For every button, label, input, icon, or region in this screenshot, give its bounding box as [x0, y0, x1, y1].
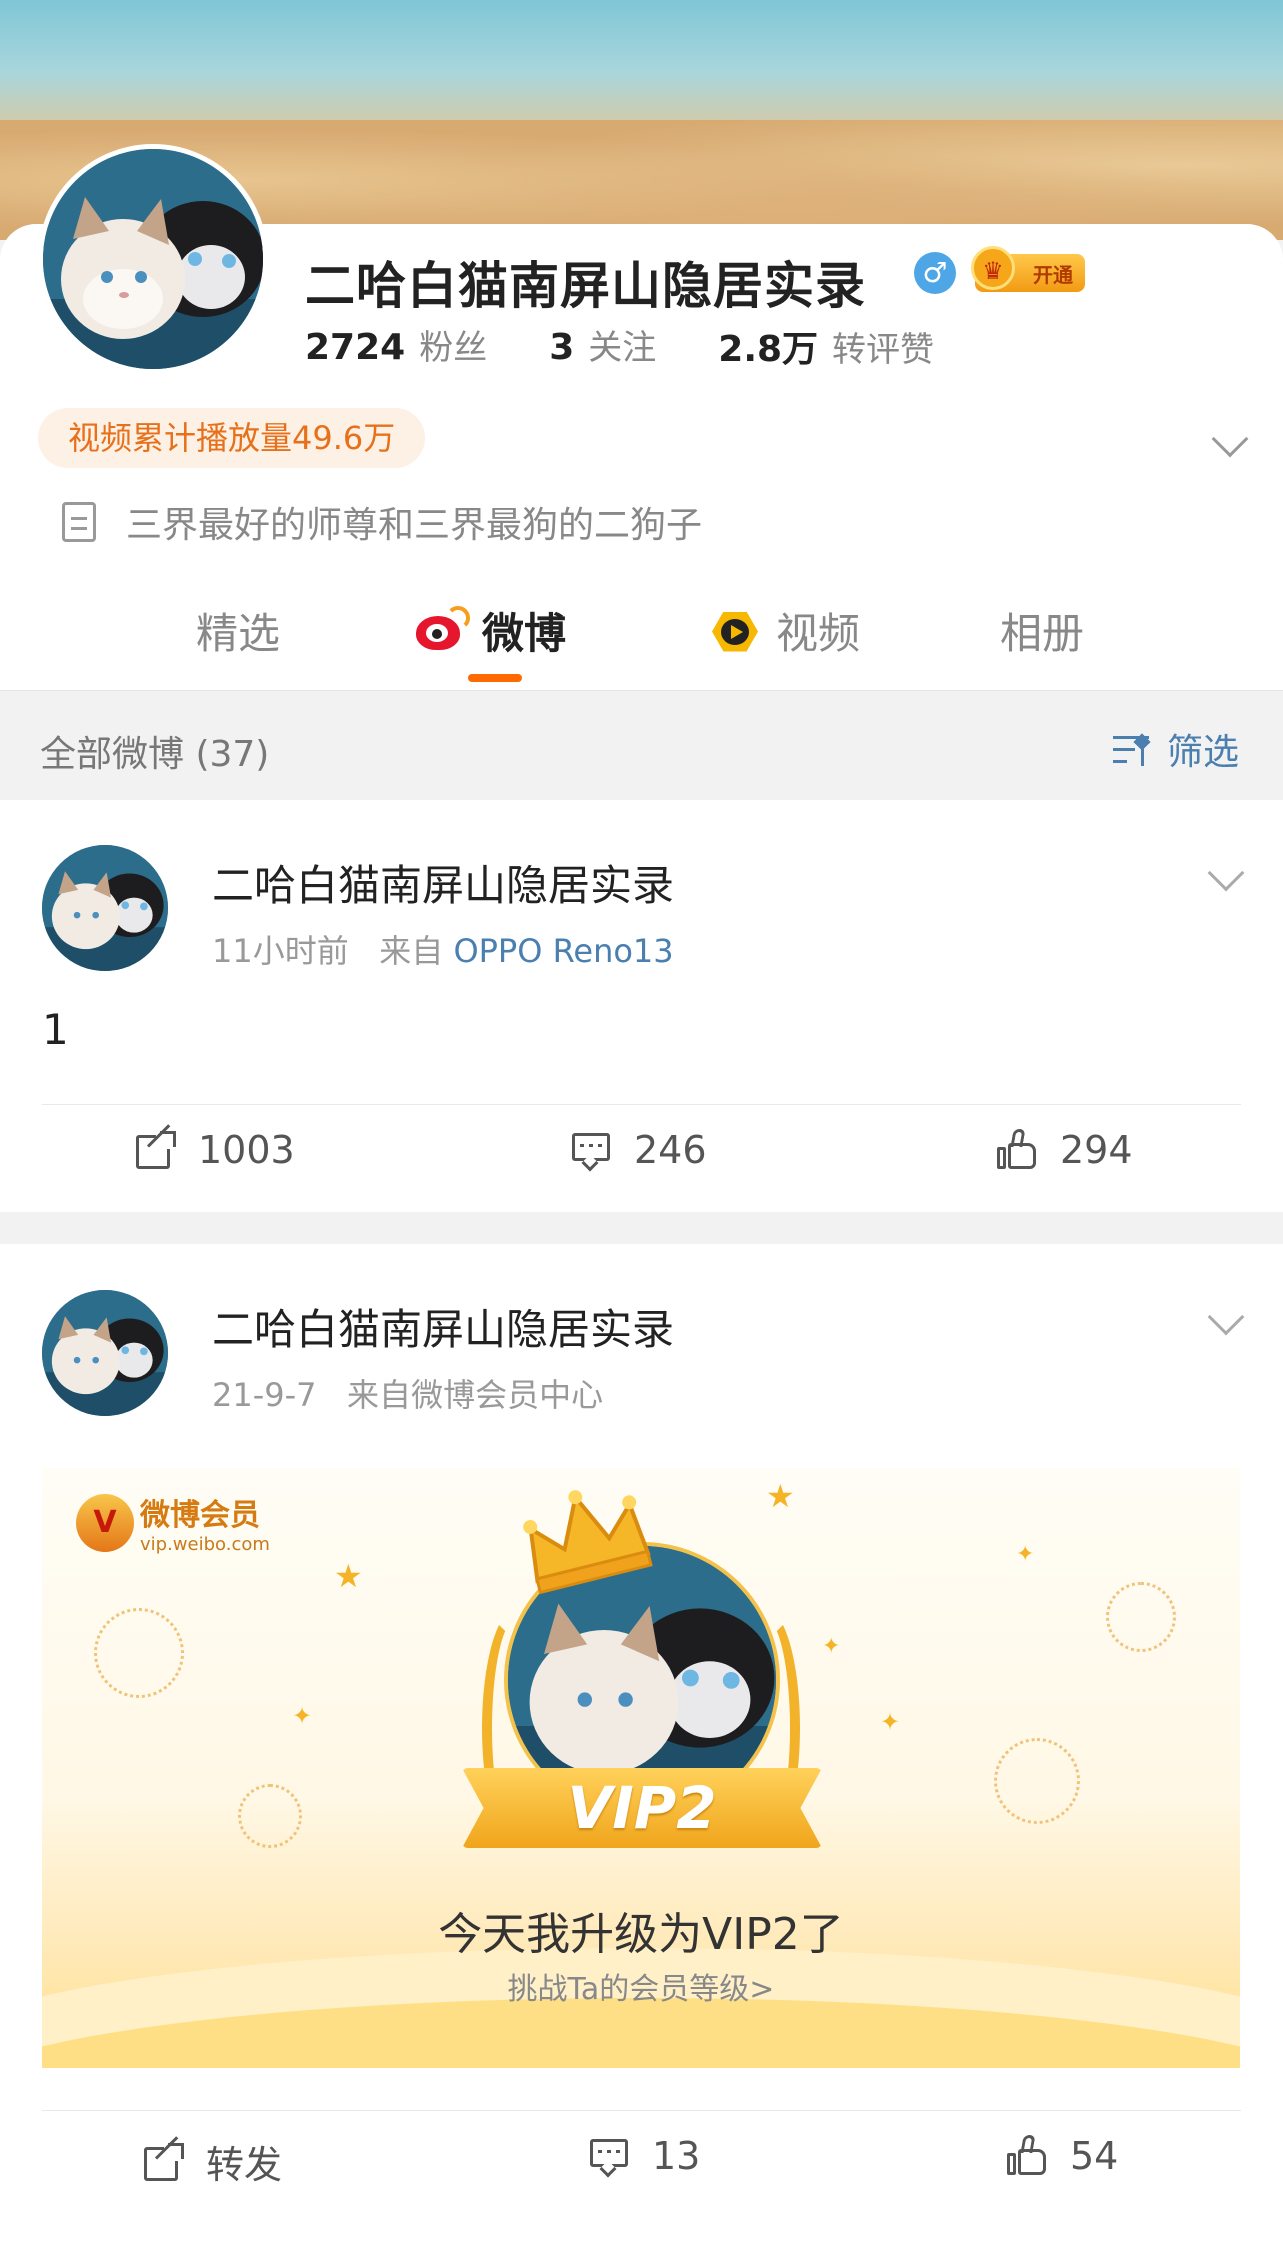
vip-open-label: 开通: [1033, 262, 1073, 287]
star-icon: ✦: [822, 1634, 841, 1659]
post-time: 21-9-7: [212, 1376, 317, 1414]
feed-post: 二哈白猫南屏山隐居实录 21-9-7 来自微博会员中心 V 微博会员 vip.w…: [0, 1244, 1283, 2246]
profile-stats: 2724 粉丝 3 关注 2.8万 转评赞: [305, 320, 996, 372]
post-source: 微博会员中心: [411, 1376, 604, 1414]
star-icon: ★: [766, 1477, 795, 1515]
bio-text: 三界最好的师尊和三界最狗的二狗子: [126, 505, 703, 546]
tab-featured[interactable]: 精选: [196, 600, 280, 661]
filter-sort-icon: [1112, 732, 1155, 766]
active-tab-indicator: [468, 674, 522, 682]
stat-value: 2724: [305, 327, 406, 368]
feed-post: 二哈白猫南屏山隐居实录 11小时前 来自 OPPO Reno13 1 1003 …: [0, 800, 1283, 1212]
comment-button[interactable]: 246: [570, 1128, 707, 1172]
filter-label: 筛选: [1166, 732, 1239, 773]
comment-count: 246: [634, 1128, 707, 1172]
tab-label: 相册: [1000, 609, 1085, 658]
star-icon: ✦: [1016, 1542, 1035, 1567]
post-actions: 1003 246 294: [0, 1106, 1283, 1206]
tab-video[interactable]: 视频: [708, 600, 860, 661]
filter-button[interactable]: 筛选: [1112, 723, 1239, 775]
decorative-dots: [94, 1608, 184, 1698]
post-author-avatar[interactable]: [42, 845, 168, 971]
comment-icon: [570, 1129, 612, 1172]
vip-upgrade-card[interactable]: V 微博会员 vip.weibo.com ★ ★ ✦ ✦ ✦ ✦ VIP2 今天…: [42, 1468, 1240, 2068]
post-text: 1: [42, 1005, 69, 1054]
repost-label: 转发: [206, 2143, 283, 2187]
vip-level-text: VIP2: [567, 1774, 717, 1842]
vip-open-badge[interactable]: ♛ 开通: [971, 246, 1085, 292]
like-button[interactable]: 294: [996, 1128, 1133, 1172]
vip-logo-url: vip.weibo.com: [140, 1534, 270, 1555]
tab-album[interactable]: 相册: [1000, 600, 1084, 661]
weibo-vip-logo: V 微博会员 vip.weibo.com: [76, 1490, 270, 1555]
stat-value: 3: [549, 327, 575, 368]
stat-label: 转评赞: [832, 330, 935, 370]
profile-avatar[interactable]: [38, 144, 268, 374]
post-source-prefix: 来自: [379, 932, 444, 970]
like-button[interactable]: 54: [1006, 2134, 1118, 2178]
share-icon: [134, 1124, 176, 1171]
thumbs-up-icon: [996, 1129, 1038, 1171]
decorative-dots: [994, 1738, 1080, 1824]
document-icon: [62, 502, 96, 542]
post-meta: 11小时前 来自 OPPO Reno13: [212, 926, 674, 972]
vip-logo-icon: V: [76, 1493, 134, 1552]
repost-count: 1003: [198, 1128, 295, 1172]
video-play-count-pill[interactable]: 视频累计播放量49.6万: [38, 408, 426, 468]
tab-label: 视频: [776, 609, 861, 658]
post-author-avatar[interactable]: [42, 1290, 168, 1416]
divider: [42, 1104, 1241, 1105]
post-time: 11小时前: [212, 932, 349, 970]
star-icon: ✦: [880, 1708, 901, 1736]
star-icon: ✦: [292, 1702, 313, 1730]
star-icon: ★: [334, 1557, 363, 1595]
tab-weibo[interactable]: 微博: [414, 600, 566, 661]
decorative-dots: [238, 1784, 302, 1848]
profile-name: 二哈白猫南屏山隐居实录: [305, 257, 866, 315]
vip-crown-icon: ♛: [971, 246, 1015, 290]
post-author-name[interactable]: 二哈白猫南屏山隐居实录: [212, 852, 674, 913]
profile-tabs: 精选 微博 视频 相册: [0, 590, 1283, 690]
comment-icon: [588, 2135, 630, 2178]
like-count: 54: [1070, 2134, 1119, 2178]
post-meta: 21-9-7 来自微博会员中心: [212, 1370, 603, 1416]
vip-logo-title: 微博会员: [140, 1498, 260, 1533]
stat-label: 粉丝: [419, 328, 488, 368]
repost-button[interactable]: 1003: [134, 1124, 295, 1172]
vip-challenge-link[interactable]: 挑战Ta的会员等级>: [42, 1964, 1240, 2008]
feed-filter-bar: 全部微博 (37) 筛选: [0, 690, 1283, 800]
stat-value: 2.8万: [718, 329, 819, 370]
comment-button[interactable]: 13: [588, 2134, 700, 2178]
thumbs-up-icon: [1006, 2135, 1048, 2177]
video-play-icon: [708, 608, 762, 654]
post-actions: 转发 13 54: [0, 2112, 1283, 2212]
post-source-prefix: 来自: [347, 1376, 412, 1414]
repost-button[interactable]: 转发: [142, 2134, 282, 2189]
post-author-name[interactable]: 二哈白猫南屏山隐居实录: [212, 1296, 674, 1357]
stat-label: 关注: [588, 328, 657, 368]
divider: [42, 2110, 1241, 2111]
share-icon: [142, 2135, 184, 2183]
all-posts-count: 全部微博 (37): [40, 734, 270, 775]
like-count: 294: [1060, 1128, 1133, 1172]
tab-label: 微博: [482, 609, 567, 658]
decorative-dots: [1106, 1582, 1176, 1652]
vip-card-title: 今天我升级为VIP2了: [438, 1909, 844, 1960]
stat-following[interactable]: 3 关注: [549, 320, 656, 372]
stat-followers[interactable]: 2724 粉丝: [305, 320, 487, 372]
post-more-chevron-icon[interactable]: [1207, 854, 1245, 892]
weibo-logo-icon: [414, 605, 470, 654]
post-more-chevron-icon[interactable]: [1207, 1298, 1245, 1336]
male-gender-icon: ♂: [914, 252, 956, 294]
tab-label: 精选: [196, 609, 281, 658]
comment-count: 13: [652, 2134, 701, 2178]
post-source-link[interactable]: OPPO Reno13: [453, 932, 673, 970]
stat-reposts-comments-likes[interactable]: 2.8万 转评赞: [718, 320, 934, 372]
profile-bio: 三界最好的师尊和三界最狗的二狗子: [62, 496, 702, 548]
